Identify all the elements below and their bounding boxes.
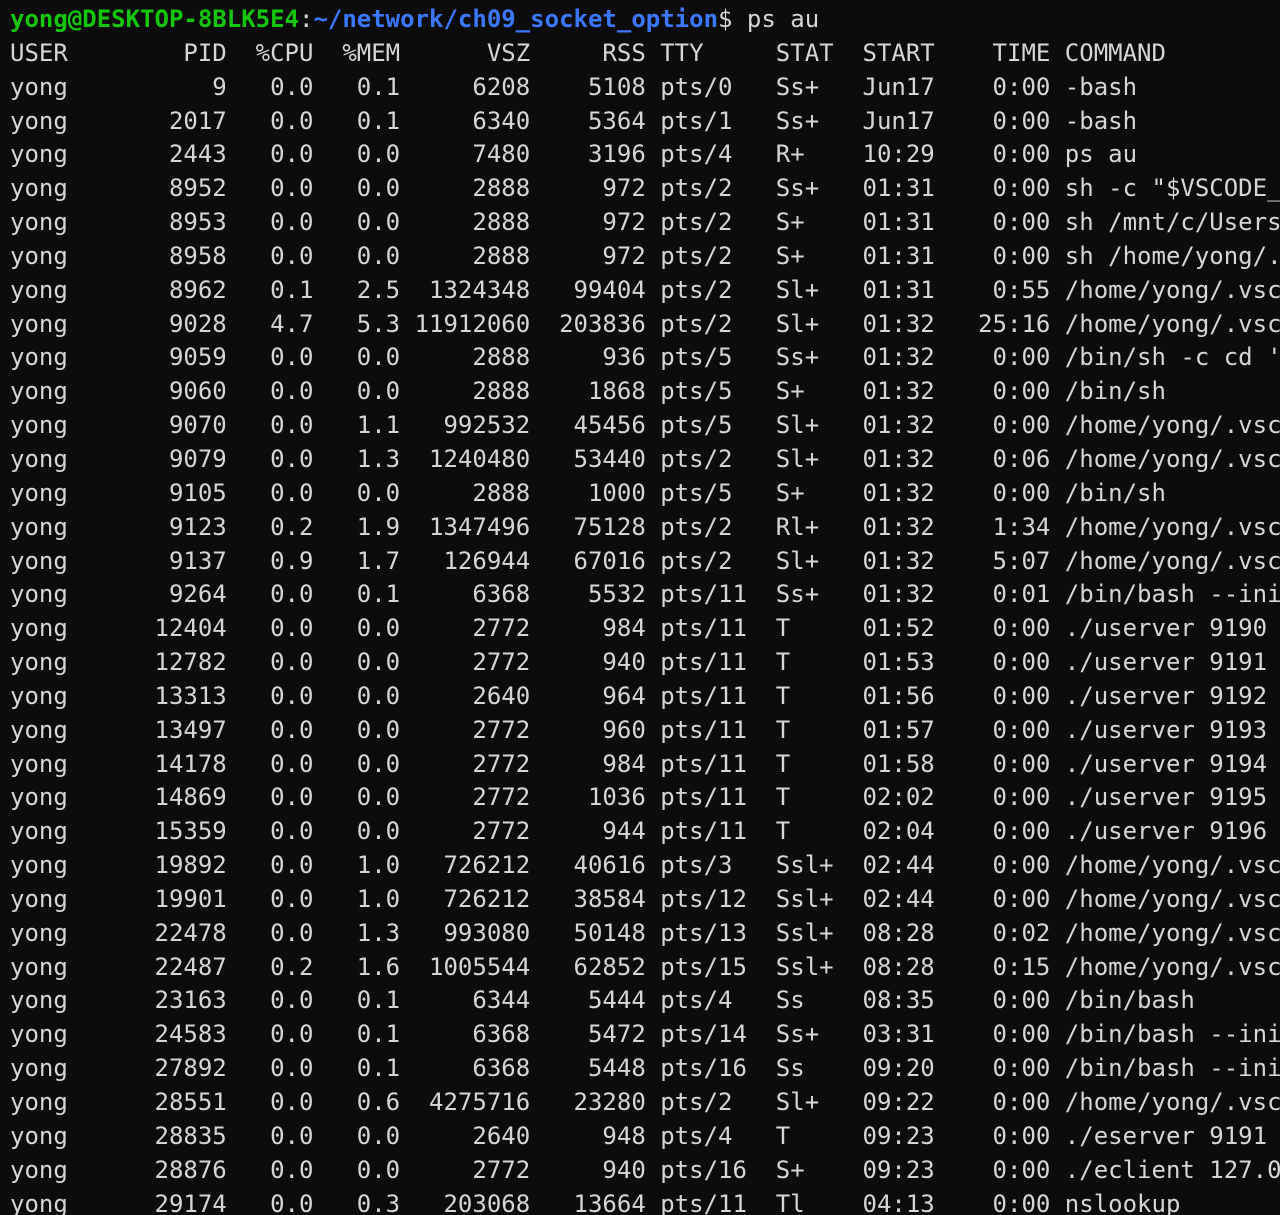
prompt-symbol: $ bbox=[718, 5, 733, 33]
process-row: yong 14869 0.0 0.0 2772 1036 pts/11 T 02… bbox=[10, 783, 1268, 812]
process-row: yong 23163 0.0 0.1 6344 5444 pts/4 Ss 08… bbox=[10, 986, 1195, 1015]
process-row: yong 29174 0.0 0.3 203068 13664 pts/11 T… bbox=[10, 1189, 1181, 1215]
process-row: yong 9137 0.9 1.7 126944 67016 pts/2 Sl+… bbox=[10, 546, 1280, 575]
process-row: yong 15359 0.0 0.0 2772 944 pts/11 T 02:… bbox=[10, 817, 1268, 846]
process-row: yong 12782 0.0 0.0 2772 940 pts/11 T 01:… bbox=[10, 648, 1268, 677]
terminal-window[interactable]: yong@DESKTOP-8BLK5E4:~/network/ch09_sock… bbox=[0, 0, 1280, 1215]
process-row: yong 8952 0.0 0.0 2888 972 pts/2 Ss+ 01:… bbox=[10, 174, 1280, 203]
process-row: yong 9028 4.7 5.3 11912060 203836 pts/2 … bbox=[10, 309, 1280, 338]
process-row: yong 14178 0.0 0.0 2772 984 pts/11 T 01:… bbox=[10, 749, 1268, 778]
process-row: yong 8953 0.0 0.0 2888 972 pts/2 S+ 01:3… bbox=[10, 208, 1280, 237]
process-row: yong 2017 0.0 0.1 6340 5364 pts/1 Ss+ Ju… bbox=[10, 106, 1138, 135]
process-row: yong 8962 0.1 2.5 1324348 99404 pts/2 Sl… bbox=[10, 275, 1280, 304]
process-row: yong 28835 0.0 0.0 2640 948 pts/4 T 09:2… bbox=[10, 1121, 1268, 1150]
process-row: yong 9264 0.0 0.1 6368 5532 pts/11 Ss+ 0… bbox=[10, 580, 1280, 609]
process-row: yong 9070 0.0 1.1 992532 45456 pts/5 Sl+… bbox=[10, 411, 1280, 440]
process-row: yong 9079 0.0 1.3 1240480 53440 pts/2 Sl… bbox=[10, 444, 1280, 473]
prompt-line: yong@DESKTOP-8BLK5E4:~/network/ch09_sock… bbox=[10, 3, 1280, 37]
prompt-command: ps au bbox=[732, 5, 820, 33]
process-row: yong 13313 0.0 0.0 2640 964 pts/11 T 01:… bbox=[10, 681, 1268, 710]
process-row: yong 9105 0.0 0.0 2888 1000 pts/5 S+ 01:… bbox=[10, 478, 1166, 507]
process-row: yong 22487 0.2 1.6 1005544 62852 pts/15 … bbox=[10, 952, 1280, 981]
prompt-separator: : bbox=[298, 5, 314, 33]
process-row: yong 9 0.0 0.1 6208 5108 pts/0 Ss+ Jun17… bbox=[10, 72, 1138, 101]
process-row: yong 9123 0.2 1.9 1347496 75128 pts/2 Rl… bbox=[10, 512, 1280, 541]
process-row: yong 8958 0.0 0.0 2888 972 pts/2 S+ 01:3… bbox=[10, 241, 1280, 270]
process-row: yong 24583 0.0 0.1 6368 5472 pts/14 Ss+ … bbox=[10, 1020, 1280, 1049]
ps-header-row: USER PID %CPU %MEM VSZ RSS TTY STAT STAR… bbox=[10, 38, 1166, 67]
process-row: yong 19901 0.0 1.0 726212 38584 pts/12 S… bbox=[10, 884, 1280, 913]
process-row: yong 13497 0.0 0.0 2772 960 pts/11 T 01:… bbox=[10, 715, 1268, 744]
process-row: yong 9059 0.0 0.0 2888 936 pts/5 Ss+ 01:… bbox=[10, 343, 1280, 372]
ps-output: yong 9 0.0 0.1 6208 5108 pts/0 Ss+ Jun17… bbox=[10, 71, 1280, 1215]
process-row: yong 28876 0.0 0.0 2772 940 pts/16 S+ 09… bbox=[10, 1155, 1280, 1184]
process-row: yong 27892 0.0 0.1 6368 5448 pts/16 Ss 0… bbox=[10, 1054, 1280, 1083]
process-row: yong 19892 0.0 1.0 726212 40616 pts/3 Ss… bbox=[10, 851, 1280, 880]
prompt-path: ~/network/ch09_socket_option bbox=[313, 5, 719, 33]
process-row: yong 22478 0.0 1.3 993080 50148 pts/13 S… bbox=[10, 918, 1280, 947]
process-row: yong 2443 0.0 0.0 7480 3196 pts/4 R+ 10:… bbox=[10, 140, 1138, 169]
process-row: yong 9060 0.0 0.0 2888 1868 pts/5 S+ 01:… bbox=[10, 377, 1166, 406]
process-row: yong 12404 0.0 0.0 2772 984 pts/11 T 01:… bbox=[10, 614, 1268, 643]
prompt-user-host: yong@DESKTOP-8BLK5E4 bbox=[10, 5, 299, 33]
process-row: yong 28551 0.0 0.6 4275716 23280 pts/2 S… bbox=[10, 1088, 1280, 1116]
